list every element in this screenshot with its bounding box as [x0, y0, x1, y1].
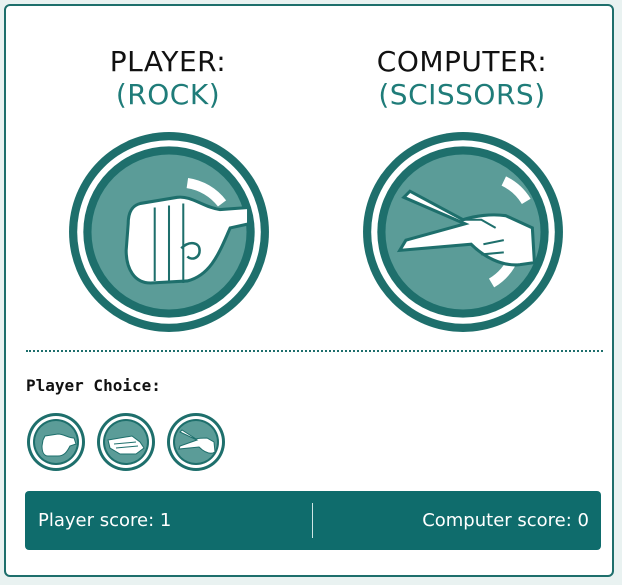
game-card: PLAYER: (ROCK) COMPUTER: (SCISSORS) Play… [4, 4, 614, 577]
choose-rock-button[interactable] [26, 412, 86, 472]
player-score: Player score: 1 [38, 510, 172, 531]
player-choice-label: Player Choice: [26, 376, 161, 395]
scissors-hand-icon [363, 132, 563, 332]
rock-hand-icon [69, 132, 269, 332]
computer-choice-text: (SCISSORS) [378, 78, 546, 111]
computer-heading: COMPUTER: [376, 45, 548, 78]
player-heading: PLAYER: [109, 45, 227, 78]
computer-score: Computer score: 0 [422, 510, 589, 531]
player-panel: PLAYER: (ROCK) [38, 46, 298, 112]
player-choice-text: (ROCK) [115, 78, 221, 111]
score-bar: Player score: 1 Computer score: 0 [25, 491, 601, 550]
choose-paper-button[interactable] [96, 412, 156, 472]
choose-scissors-button[interactable] [166, 412, 226, 472]
section-divider [26, 350, 603, 352]
computer-panel: COMPUTER: (SCISSORS) [332, 46, 592, 112]
score-separator [312, 503, 313, 538]
